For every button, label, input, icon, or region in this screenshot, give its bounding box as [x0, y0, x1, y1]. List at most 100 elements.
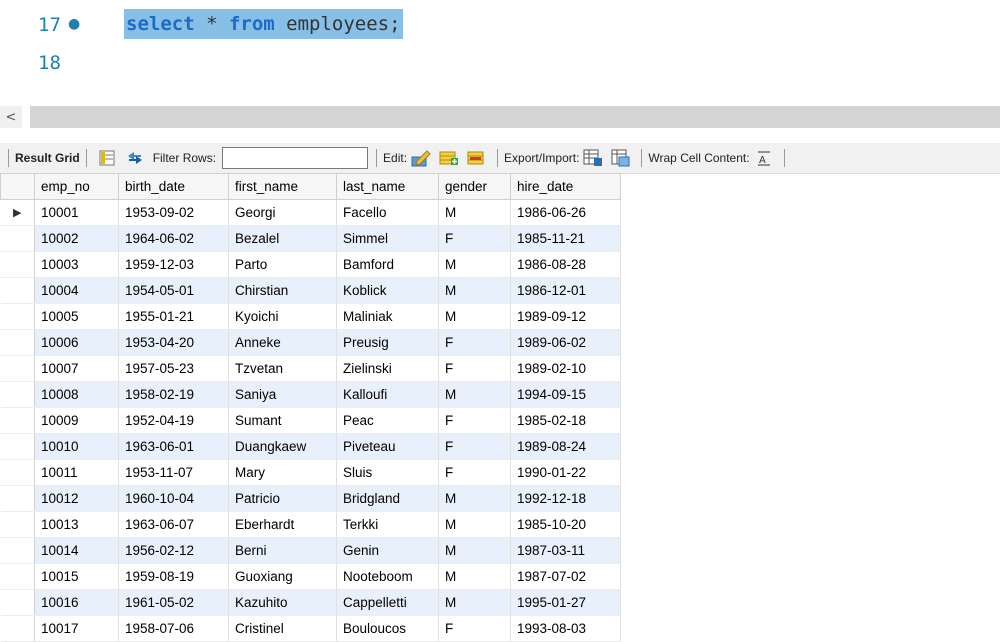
cell-emp-no[interactable]: 10010: [34, 433, 119, 460]
table-row[interactable]: 10006 1953-04-20 Anneke Preusig F 1989-06-02: [0, 329, 621, 356]
cell-first-name[interactable]: Patricio: [228, 485, 337, 512]
column-header-emp-no[interactable]: emp_no: [34, 173, 119, 200]
cell-gender[interactable]: F: [438, 355, 511, 382]
table-row[interactable]: 10010 1963-06-01 Duangkaew Piveteau F 1989-08…: [0, 433, 621, 460]
cell-first-name[interactable]: Duangkaew: [228, 433, 337, 460]
cell-hire-date[interactable]: 1986-12-01: [510, 277, 621, 304]
cell-emp-no[interactable]: 10016: [34, 589, 119, 616]
cell-emp-no[interactable]: 10007: [34, 355, 119, 382]
cell-last-name[interactable]: Koblick: [336, 277, 439, 304]
row-header[interactable]: [0, 407, 35, 434]
cell-gender[interactable]: F: [438, 407, 511, 434]
row-header-corner[interactable]: [0, 173, 35, 200]
cell-birth-date[interactable]: 1956-02-12: [118, 537, 229, 564]
table-row[interactable]: 10017 1958-07-06 Cristinel Bouloucos F 1993-0…: [0, 615, 621, 642]
cell-gender[interactable]: F: [438, 433, 511, 460]
cell-birth-date[interactable]: 1957-05-23: [118, 355, 229, 382]
edit-row-pencil-icon[interactable]: [409, 147, 433, 169]
cell-birth-date[interactable]: 1960-10-04: [118, 485, 229, 512]
cell-birth-date[interactable]: 1952-04-19: [118, 407, 229, 434]
result-grid-tab[interactable]: Result Grid: [15, 151, 80, 165]
cell-gender[interactable]: M: [438, 563, 511, 590]
column-header-last-name[interactable]: last_name: [336, 173, 439, 200]
table-row[interactable]: 10002 1964-06-02 Bezalel Simmel F 1985-11-21: [0, 225, 621, 252]
cell-hire-date[interactable]: 1992-12-18: [510, 485, 621, 512]
cell-last-name[interactable]: Nooteboom: [336, 563, 439, 590]
table-row[interactable]: 10008 1958-02-19 Saniya Kalloufi M 1994-09-15: [0, 381, 621, 408]
cell-birth-date[interactable]: 1961-05-02: [118, 589, 229, 616]
row-header[interactable]: [0, 615, 35, 642]
cell-emp-no[interactable]: 10005: [34, 303, 119, 330]
cell-birth-date[interactable]: 1953-09-02: [118, 199, 229, 226]
cell-birth-date[interactable]: 1963-06-07: [118, 511, 229, 538]
table-row[interactable]: 10005 1955-01-21 Kyoichi Maliniak M 1989-09-1…: [0, 303, 621, 330]
cell-gender[interactable]: M: [438, 381, 511, 408]
cell-birth-date[interactable]: 1959-08-19: [118, 563, 229, 590]
column-header-gender[interactable]: gender: [438, 173, 511, 200]
cell-gender[interactable]: F: [438, 225, 511, 252]
table-row[interactable]: 10003 1959-12-03 Parto Bamford M 1986-08-28: [0, 251, 621, 278]
row-header[interactable]: [0, 563, 35, 590]
cell-first-name[interactable]: Sumant: [228, 407, 337, 434]
selected-sql-statement[interactable]: select * from employees;: [124, 9, 403, 39]
cell-birth-date[interactable]: 1955-01-21: [118, 303, 229, 330]
cell-hire-date[interactable]: 1995-01-27: [510, 589, 621, 616]
cell-gender[interactable]: M: [438, 199, 511, 226]
cell-hire-date[interactable]: 1994-09-15: [510, 381, 621, 408]
insert-row-icon[interactable]: [437, 147, 461, 169]
cell-birth-date[interactable]: 1959-12-03: [118, 251, 229, 278]
table-row[interactable]: 10014 1956-02-12 Berni Genin M 1987-03-11: [0, 537, 621, 564]
cell-first-name[interactable]: Kazuhito: [228, 589, 337, 616]
cell-emp-no[interactable]: 10003: [34, 251, 119, 278]
cell-gender[interactable]: F: [438, 615, 511, 642]
cell-last-name[interactable]: Zielinski: [336, 355, 439, 382]
cell-emp-no[interactable]: 10002: [34, 225, 119, 252]
import-icon[interactable]: [609, 147, 633, 169]
cell-first-name[interactable]: Anneke: [228, 329, 337, 356]
cell-last-name[interactable]: Cappelletti: [336, 589, 439, 616]
table-row[interactable]: 10012 1960-10-04 Patricio Bridgland M 1992-12…: [0, 485, 621, 512]
cell-last-name[interactable]: Piveteau: [336, 433, 439, 460]
table-row[interactable]: 10007 1957-05-23 Tzvetan Zielinski F 1989-02-…: [0, 355, 621, 382]
cell-last-name[interactable]: Facello: [336, 199, 439, 226]
cell-gender[interactable]: M: [438, 303, 511, 330]
cell-gender[interactable]: M: [438, 537, 511, 564]
row-header[interactable]: [0, 277, 35, 304]
row-header[interactable]: [0, 303, 35, 330]
cell-last-name[interactable]: Bouloucos: [336, 615, 439, 642]
column-header-birth-date[interactable]: birth_date: [118, 173, 229, 200]
cell-gender[interactable]: M: [438, 511, 511, 538]
cell-last-name[interactable]: Peac: [336, 407, 439, 434]
export-icon[interactable]: [581, 147, 605, 169]
cell-first-name[interactable]: Chirstian: [228, 277, 337, 304]
cell-last-name[interactable]: Kalloufi: [336, 381, 439, 408]
cell-birth-date[interactable]: 1958-07-06: [118, 615, 229, 642]
cell-emp-no[interactable]: 10004: [34, 277, 119, 304]
cell-emp-no[interactable]: 10001: [34, 199, 119, 226]
row-header[interactable]: [0, 589, 35, 616]
cell-first-name[interactable]: Guoxiang: [228, 563, 337, 590]
cell-gender[interactable]: M: [438, 485, 511, 512]
cell-first-name[interactable]: Saniya: [228, 381, 337, 408]
form-editor-icon[interactable]: [95, 147, 119, 169]
cell-hire-date[interactable]: 1987-03-11: [510, 537, 621, 564]
cell-birth-date[interactable]: 1954-05-01: [118, 277, 229, 304]
cell-last-name[interactable]: Sluis: [336, 459, 439, 486]
cell-hire-date[interactable]: 1987-07-02: [510, 563, 621, 590]
row-header[interactable]: [0, 537, 35, 564]
cell-hire-date[interactable]: 1985-11-21: [510, 225, 621, 252]
cell-emp-no[interactable]: 10015: [34, 563, 119, 590]
cell-first-name[interactable]: Kyoichi: [228, 303, 337, 330]
cell-last-name[interactable]: Simmel: [336, 225, 439, 252]
row-header[interactable]: [0, 251, 35, 278]
row-header[interactable]: [0, 485, 35, 512]
result-grid[interactable]: emp_no birth_date first_name last_name g…: [0, 173, 630, 642]
cell-emp-no[interactable]: 10012: [34, 485, 119, 512]
column-header-first-name[interactable]: first_name: [228, 173, 337, 200]
cell-first-name[interactable]: Georgi: [228, 199, 337, 226]
table-row[interactable]: 10013 1963-06-07 Eberhardt Terkki M 1985-10-2…: [0, 511, 621, 538]
cell-hire-date[interactable]: 1989-06-02: [510, 329, 621, 356]
cell-first-name[interactable]: Eberhardt: [228, 511, 337, 538]
cell-gender[interactable]: F: [438, 329, 511, 356]
row-header[interactable]: [0, 381, 35, 408]
